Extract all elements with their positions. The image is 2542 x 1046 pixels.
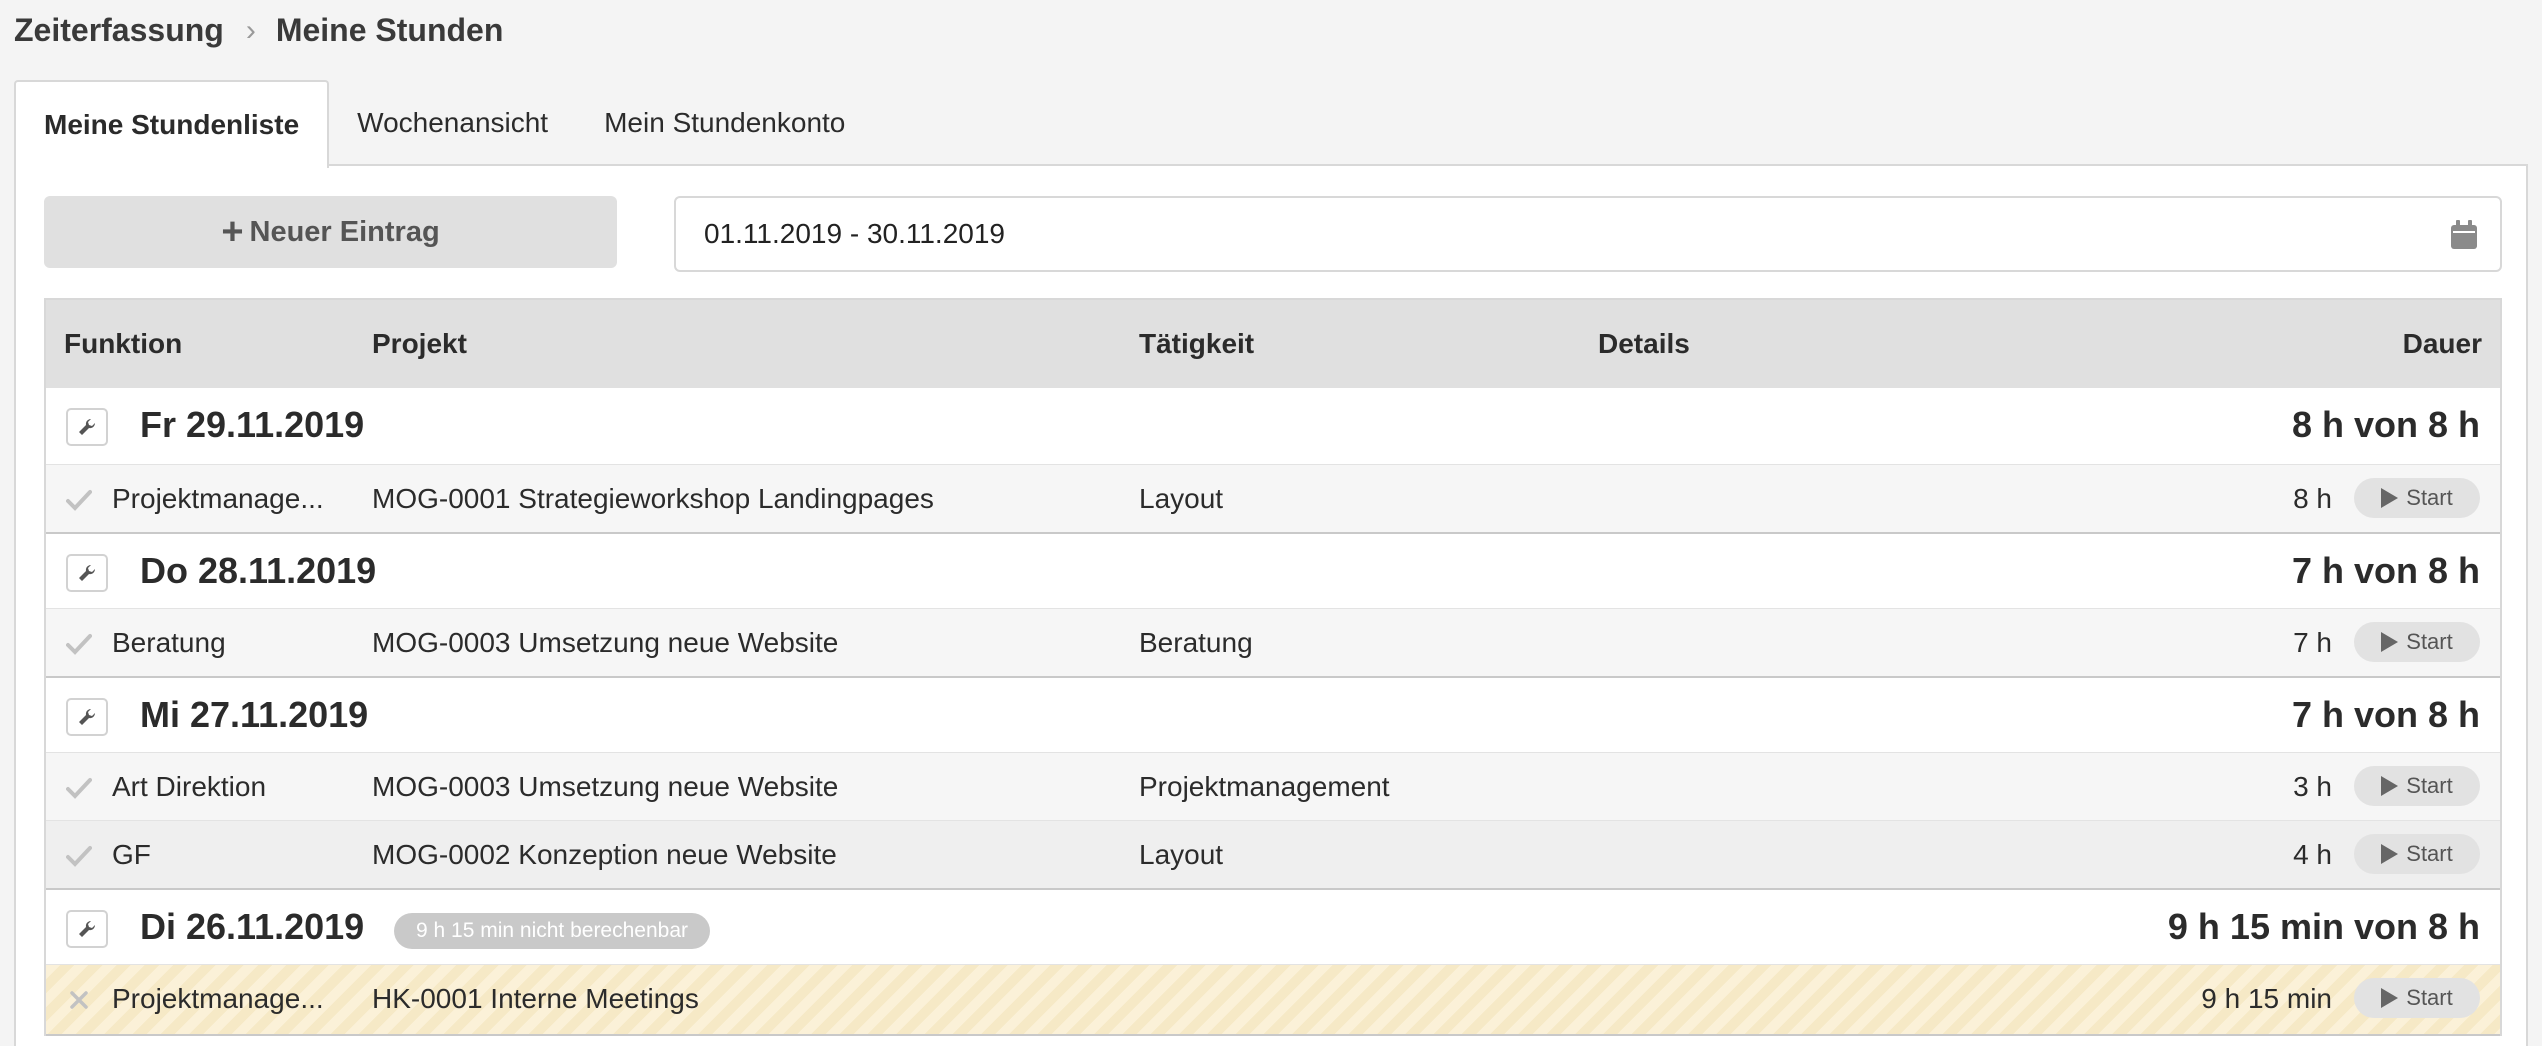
play-icon bbox=[2381, 632, 2399, 652]
day-total: 7 h von 8 h bbox=[2291, 550, 2480, 591]
day-row: Do 28.11.2019 7 h von 8 h bbox=[46, 532, 2500, 608]
table-bottom-divider bbox=[46, 1034, 2500, 1036]
play-icon bbox=[2381, 988, 2399, 1008]
cell-projekt: HK-0001 Interne Meetings bbox=[372, 983, 699, 1014]
table-row[interactable]: Beratung MOG-0003 Umsetzung neue Website B… bbox=[46, 608, 2500, 676]
page-title: Meine Stunden bbox=[275, 12, 504, 48]
table-header: Funktion Projekt Tätigkeit Details Dauer bbox=[46, 300, 2500, 388]
wrench-icon[interactable] bbox=[66, 554, 108, 592]
tab-mein-stundenkonto[interactable]: Mein Stundenkonto bbox=[576, 80, 873, 166]
start-label: Start bbox=[2406, 629, 2453, 654]
cell-projekt: MOG-0001 Strategieworkshop Landingpages bbox=[372, 483, 934, 514]
tab-bar: Meine Stundenliste Wochenansicht Mein St… bbox=[14, 80, 873, 168]
date-range-value: 01.11.2019 - 30.11.2019 bbox=[704, 218, 1005, 249]
cell-funktion: GF bbox=[112, 839, 151, 870]
content-panel: + Neuer Eintrag 01.11.2019 - 30.11.2019 … bbox=[14, 164, 2528, 1046]
cell-dauer: 9 h 15 min bbox=[2201, 983, 2332, 1014]
col-projekt[interactable]: Projekt bbox=[372, 328, 467, 360]
table-row[interactable]: GF MOG-0002 Konzeption neue Website Layout… bbox=[46, 820, 2500, 888]
start-button[interactable]: Start bbox=[2354, 622, 2480, 662]
day-row: Mi 27.11.2019 7 h von 8 h bbox=[46, 676, 2500, 752]
day-title: Di 26.11.2019 bbox=[140, 906, 365, 947]
col-funktion[interactable]: Funktion bbox=[64, 328, 182, 360]
new-entry-button[interactable]: + Neuer Eintrag bbox=[44, 196, 617, 268]
col-details[interactable]: Details bbox=[1598, 328, 1690, 360]
col-taetigkeit[interactable]: Tätigkeit bbox=[1139, 328, 1254, 360]
plus-icon: + bbox=[221, 211, 244, 253]
day-row: Fr 29.11.2019 8 h von 8 h bbox=[46, 388, 2500, 464]
day-row: Di 26.11.2019 9 h 15 min nicht berechenba… bbox=[46, 888, 2500, 964]
wrench-icon[interactable] bbox=[66, 408, 108, 446]
day-title: Do 28.11.2019 bbox=[140, 550, 377, 591]
start-button[interactable]: Start bbox=[2354, 978, 2480, 1018]
tab-meine-stundenliste[interactable]: Meine Stundenliste bbox=[14, 80, 330, 168]
cell-dauer: 3 h bbox=[2293, 771, 2332, 802]
cell-taetigkeit: Layout bbox=[1139, 839, 1224, 870]
wrench-icon[interactable] bbox=[66, 698, 108, 736]
day-title: Mi 27.11.2019 bbox=[140, 694, 369, 735]
cell-funktion: Beratung bbox=[112, 627, 226, 658]
play-icon bbox=[2381, 844, 2399, 864]
date-range-input[interactable]: 01.11.2019 - 30.11.2019 bbox=[674, 196, 2502, 272]
not-billable-badge: 9 h 15 min nicht berechenbar bbox=[394, 913, 711, 949]
breadcrumb: Zeiterfassung › Meine Stunden bbox=[14, 12, 503, 49]
cell-taetigkeit: Layout bbox=[1139, 483, 1224, 514]
play-icon bbox=[2381, 488, 2399, 508]
cell-funktion: Projektmanage... bbox=[112, 483, 324, 514]
cell-dauer: 4 h bbox=[2293, 839, 2332, 870]
table-row[interactable]: Projektmanage... MOG-0001 Strategieworksh… bbox=[46, 464, 2500, 532]
day-total: 8 h von 8 h bbox=[2291, 404, 2480, 445]
play-icon bbox=[2381, 776, 2399, 796]
cross-icon bbox=[66, 987, 92, 1011]
col-dauer[interactable]: Dauer bbox=[2403, 328, 2482, 360]
start-label: Start bbox=[2406, 773, 2453, 798]
cell-dauer: 7 h bbox=[2293, 627, 2332, 658]
check-icon bbox=[66, 843, 92, 867]
day-title: Fr 29.11.2019 bbox=[140, 404, 365, 445]
start-label: Start bbox=[2406, 485, 2453, 510]
table-row[interactable]: Projektmanage... HK-0001 Interne Meetings… bbox=[46, 964, 2500, 1034]
start-button[interactable]: Start bbox=[2354, 834, 2480, 874]
table-row[interactable]: Art Direktion MOG-0003 Umsetzung neue Web… bbox=[46, 752, 2500, 820]
hours-table: Funktion Projekt Tätigkeit Details Dauer… bbox=[44, 298, 2502, 1036]
check-icon bbox=[66, 775, 92, 799]
tab-wochenansicht[interactable]: Wochenansicht bbox=[329, 80, 576, 166]
check-icon bbox=[66, 631, 92, 655]
cell-projekt: MOG-0003 Umsetzung neue Website bbox=[372, 771, 839, 802]
cell-funktion: Projektmanage... bbox=[112, 983, 324, 1014]
breadcrumb-separator-icon: › bbox=[245, 13, 256, 47]
breadcrumb-parent[interactable]: Zeiterfassung bbox=[14, 12, 224, 49]
calendar-icon[interactable] bbox=[2450, 220, 2478, 250]
check-icon bbox=[66, 487, 92, 511]
cell-dauer: 8 h bbox=[2293, 483, 2332, 514]
wrench-icon[interactable] bbox=[66, 910, 108, 948]
day-total: 9 h 15 min von 8 h bbox=[2167, 906, 2480, 947]
cell-taetigkeit: Beratung bbox=[1139, 627, 1253, 658]
start-button[interactable]: Start bbox=[2354, 766, 2480, 806]
table-body: Fr 29.11.2019 8 h von 8 h Projektmanage...… bbox=[46, 388, 2500, 1036]
start-label: Start bbox=[2406, 841, 2453, 866]
new-entry-label: Neuer Eintrag bbox=[249, 215, 440, 248]
start-button[interactable]: Start bbox=[2354, 478, 2480, 518]
start-label: Start bbox=[2406, 985, 2453, 1010]
day-total: 7 h von 8 h bbox=[2291, 694, 2480, 735]
cell-projekt: MOG-0002 Konzeption neue Website bbox=[372, 839, 837, 870]
cell-funktion: Art Direktion bbox=[112, 771, 267, 802]
cell-projekt: MOG-0003 Umsetzung neue Website bbox=[372, 627, 839, 658]
cell-taetigkeit: Projektmanagement bbox=[1139, 771, 1390, 802]
